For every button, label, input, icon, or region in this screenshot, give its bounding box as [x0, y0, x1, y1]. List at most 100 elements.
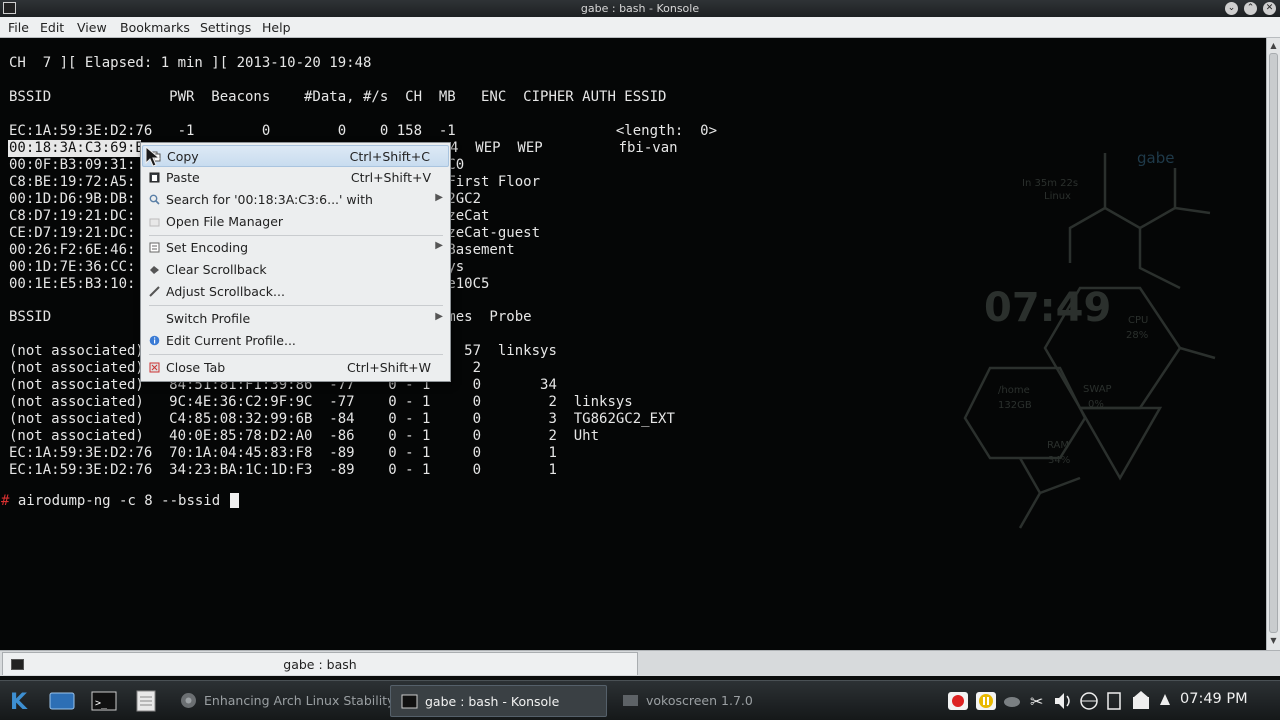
text-cursor	[229, 493, 239, 508]
mouse-pointer-icon	[145, 146, 161, 167]
close-tab-icon	[149, 362, 160, 373]
tab-gabe-bash[interactable]: gabe : bash	[2, 652, 638, 675]
menu-item-adjust-scrollback[interactable]: Adjust Scrollback...	[142, 281, 449, 303]
window-titlebar: gabe : bash - Konsole ⌄ ⌃ ✕	[0, 0, 1280, 17]
pause-icon[interactable]	[974, 685, 998, 717]
scissors-icon[interactable]: ✂	[1028, 685, 1048, 717]
svg-text:✂: ✂	[1030, 692, 1043, 711]
widget-ram-value: 34%	[1048, 455, 1070, 466]
scroll-up-icon[interactable]: ▲	[1268, 39, 1279, 53]
menubar: File Edit View Bookmarks Settings Help	[0, 17, 1280, 38]
desktop-icon[interactable]	[48, 685, 76, 717]
terminal-line: CH 7 ][ Elapsed: 1 min ][ 2013-10-20 19:…	[9, 55, 372, 71]
widget-swap-label: SWAP	[1083, 384, 1112, 395]
menu-item-label: Close Tab	[166, 360, 226, 375]
kde-menu-icon[interactable]: K	[6, 685, 36, 717]
notifications-icon[interactable]	[1156, 685, 1174, 717]
menu-item-label: Clear Scrollback	[166, 262, 267, 277]
widget-home-label: /home	[998, 385, 1030, 396]
context-menu: Copy Ctrl+Shift+C Paste Ctrl+Shift+V Sea…	[140, 142, 451, 382]
info-icon	[149, 335, 160, 346]
chrome-icon	[181, 693, 196, 708]
svg-text:>_: >_	[95, 698, 108, 709]
close-button[interactable]: ✕	[1263, 2, 1276, 15]
terminal-icon	[401, 694, 418, 709]
widget-uptime: In 35m 22s	[1022, 178, 1078, 189]
menu-item-shortcut: Ctrl+Shift+W	[347, 360, 431, 375]
terminal-launcher-icon[interactable]: >_	[90, 685, 118, 717]
menu-item-clear-scrollback[interactable]: Clear Scrollback	[142, 259, 449, 281]
terminal-line-tail: 4 WEP WEP fbi-van	[450, 140, 678, 156]
menu-help[interactable]: Help	[262, 20, 291, 35]
menu-separator	[149, 354, 443, 355]
updates-icon[interactable]	[1130, 685, 1152, 717]
menu-item-shortcut: Ctrl+Shift+C	[349, 149, 430, 164]
menu-separator	[149, 305, 443, 306]
file-manager-icon[interactable]	[132, 685, 160, 717]
command-input[interactable]: airodump-ng -c 8 --bssid	[9, 493, 228, 509]
terminal-scrollbar[interactable]: ▲ ▼	[1266, 38, 1280, 650]
menu-item-label: Edit Current Profile...	[166, 333, 296, 348]
svg-text:K: K	[10, 690, 28, 715]
minimize-button[interactable]: ⌄	[1225, 2, 1238, 15]
tab-bar: gabe : bash	[0, 650, 1280, 676]
menu-item-label: Search for '00:18:3A:C3:6...' with	[166, 192, 373, 207]
terminal-line: EC:1A:59:3E:D2:76 -1 0 0 0 158 -1 <lengt…	[9, 123, 718, 139]
menu-item-label: Switch Profile	[166, 311, 251, 326]
vokoscreen-icon	[623, 695, 638, 706]
menu-item-open-file-manager[interactable]: Open File Manager	[142, 211, 449, 233]
terminal-line: (not associated) 40:0E:85:78:D2:A0 -86 0…	[9, 428, 600, 444]
maximize-button[interactable]: ⌃	[1244, 2, 1257, 15]
task-vokoscreen[interactable]: vokoscreen 1.7.0	[612, 685, 812, 717]
terminal-line: EC:1A:59:3E:D2:76 70:1A:04:45:83:F8 -89 …	[9, 445, 557, 461]
menu-item-shortcut: Ctrl+Shift+V	[350, 170, 431, 185]
task-label: Enhancing Arch Linux Stability	[204, 693, 395, 708]
encoding-icon	[149, 242, 160, 253]
menu-item-close-tab[interactable]: Close Tab Ctrl+Shift+W	[142, 357, 449, 379]
task-chrome[interactable]: Enhancing Arch Linux Stability	[170, 685, 395, 717]
volume-icon[interactable]	[1052, 685, 1074, 717]
menu-item-search-for[interactable]: Search for '00:18:3A:C3:6...' with ▶	[142, 189, 449, 211]
menu-edit[interactable]: Edit	[40, 20, 64, 35]
menu-item-copy[interactable]: Copy Ctrl+Shift+C	[142, 145, 449, 167]
clock[interactable]: 07:49 PM	[1180, 691, 1248, 707]
menu-bookmarks[interactable]: Bookmarks	[120, 20, 190, 35]
menu-item-label: Open File Manager	[166, 214, 284, 229]
menu-item-label: Set Encoding	[166, 240, 249, 255]
task-label: gabe : bash - Konsole	[425, 694, 560, 709]
terminal-selected-text: 00:18:3A:C3:69:B 4 WEP WEP fbi-van	[8, 140, 141, 157]
menu-settings[interactable]: Settings	[200, 20, 251, 35]
menu-file[interactable]: File	[8, 20, 29, 35]
task-konsole[interactable]: gabe : bash - Konsole	[390, 685, 607, 717]
menu-item-switch-profile[interactable]: Switch Profile ▶	[142, 308, 449, 330]
menu-item-edit-current-profile[interactable]: Edit Current Profile...	[142, 330, 449, 352]
network-icon[interactable]	[1078, 685, 1100, 717]
adjust-icon	[149, 286, 160, 297]
widget-cpu-label: CPU	[1128, 315, 1148, 326]
terminal-line: (not associated) C4:85:08:32:99:6B -84 0…	[9, 411, 675, 427]
terminal-prompt-line[interactable]: # airodump-ng -c 8 --bssid	[1, 493, 239, 510]
widget-os: Linux	[1044, 191, 1071, 202]
terminal-line: EC:1A:59:3E:D2:76 34:23:BA:1C:1D:F3 -89 …	[9, 462, 557, 478]
menu-item-label: Copy	[167, 149, 199, 164]
menu-item-paste[interactable]: Paste Ctrl+Shift+V	[142, 167, 449, 189]
widget-user: gabe	[1137, 149, 1174, 167]
clipboard-icon[interactable]	[1104, 685, 1124, 717]
weather-icon[interactable]	[1002, 685, 1022, 717]
tab-label: gabe : bash	[283, 657, 357, 672]
task-label: vokoscreen 1.7.0	[646, 693, 753, 708]
paste-icon	[149, 172, 160, 183]
terminal-line: (not associated) 9C:4E:36:C2:9F:9C -77 0…	[9, 394, 633, 410]
record-icon[interactable]	[946, 685, 970, 717]
widget-ram-label: RAM	[1047, 440, 1069, 451]
menu-item-label: Adjust Scrollback...	[166, 284, 285, 299]
scroll-down-icon[interactable]: ▼	[1268, 634, 1279, 648]
clear-icon	[150, 266, 159, 274]
widget-cpu-value: 28%	[1126, 330, 1148, 341]
menu-item-set-encoding[interactable]: Set Encoding ▶	[142, 237, 449, 259]
menu-view[interactable]: View	[77, 20, 107, 35]
scrollbar-thumb[interactable]	[1269, 53, 1278, 633]
submenu-arrow-icon: ▶	[435, 192, 443, 203]
search-icon	[149, 194, 160, 205]
menu-item-label: Paste	[166, 170, 200, 185]
